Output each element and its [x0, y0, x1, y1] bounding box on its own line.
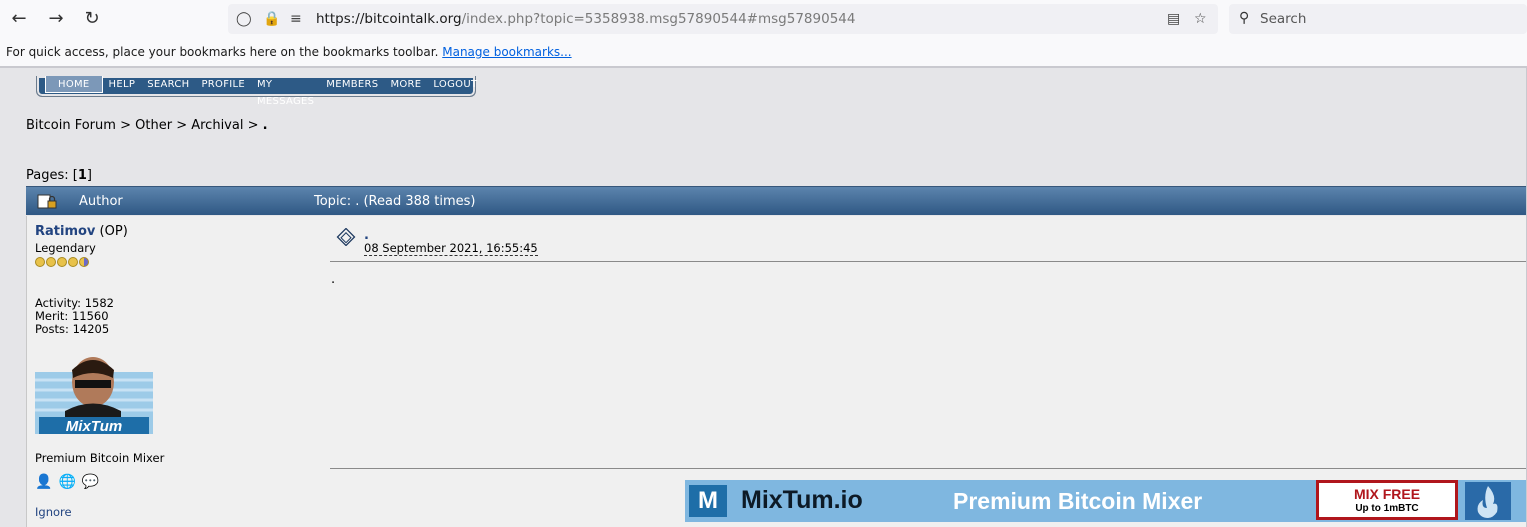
coin-icon [46, 257, 56, 267]
avatar-text: MixTum [66, 418, 122, 435]
avatar: MixTum [35, 357, 153, 435]
crumb-sep: > [247, 118, 259, 133]
main-menu: HOME HELP SEARCH PROFILE MY MESSAGES MEM… [36, 76, 477, 107]
banner-cta-sub: Up to 1mBTC [1355, 503, 1419, 514]
crumb-sep: > [176, 118, 188, 133]
author-column-label: Author [79, 194, 123, 209]
menu-search[interactable]: SEARCH [141, 76, 195, 93]
signature-divider [330, 468, 1527, 469]
message-body: . [331, 272, 336, 287]
pagination-end: ] [86, 168, 92, 183]
topic-header: Author Topic: . (Read 388 times) [26, 186, 1527, 215]
coin-icon [68, 257, 78, 267]
message-date: 08 September 2021, 16:55:45 [364, 241, 538, 256]
topic-title: Topic: . (Read 388 times) [314, 194, 476, 209]
ignore-link[interactable]: Ignore [35, 505, 72, 519]
breadcrumb: Bitcoin Forum > Other > Archival > . [26, 118, 268, 133]
crumb-sep: > [120, 118, 131, 133]
menu-my-messages[interactable]: MY MESSAGES [251, 76, 320, 107]
bookmark-star-icon[interactable]: ☆ [1194, 10, 1207, 28]
poster-rank: Legendary [35, 241, 96, 255]
menu-home[interactable]: HOME [45, 76, 103, 93]
divider [0, 66, 1527, 68]
banner-logo: M [689, 485, 727, 517]
coin-icon [35, 257, 45, 267]
manage-bookmarks-link[interactable]: Manage bookmarks... [442, 45, 571, 59]
lock-icon[interactable]: 🔒 [263, 10, 280, 28]
flame-icon [1465, 482, 1511, 520]
reader-view-icon[interactable]: ▤ [1167, 10, 1180, 28]
coin-icon [57, 257, 67, 267]
poster-tagline: Premium Bitcoin Mixer [35, 451, 165, 465]
locked-topic-icon [37, 194, 57, 209]
view-profile-icon[interactable]: 👤 [35, 474, 52, 490]
permissions-icon[interactable]: ≡ [290, 10, 302, 28]
signature-banner[interactable]: M MixTum.io Premium Bitcoin Mixer MIX FR… [685, 480, 1527, 522]
reload-icon[interactable]: ↻ [81, 8, 103, 30]
bookmarks-toolbar: For quick access, place your bookmarks h… [6, 45, 572, 59]
url-text[interactable]: https://bitcointalk.org/index.php?topic=… [316, 11, 855, 27]
website-globe-icon[interactable]: 🌐 [58, 474, 75, 490]
poster-name-link[interactable]: Ratimov [35, 224, 95, 239]
menu-more[interactable]: MORE [384, 76, 427, 93]
posts-count: Posts: 14205 [35, 322, 110, 336]
op-badge: (OP) [99, 224, 128, 239]
banner-cta-main: MIX FREE [1353, 486, 1421, 502]
shield-icon[interactable]: ◯ [236, 10, 252, 28]
menu-members[interactable]: MEMBERS [320, 76, 384, 93]
browser-toolbar: ← → ↻ ◯ 🔒 ≡ https://bitcointalk.org/inde… [0, 0, 1527, 66]
forum-page: HOME HELP SEARCH PROFILE MY MESSAGES MEM… [0, 66, 1527, 527]
crumb-board[interactable]: Archival [191, 118, 243, 133]
poster-info: Ratimov (OP) Legendary Activity: 1582 Me… [35, 224, 315, 465]
menu-profile[interactable]: PROFILE [195, 76, 251, 93]
search-placeholder: Search [1260, 11, 1307, 27]
personal-message-icon[interactable]: 💬 [82, 474, 99, 490]
message-header: . 08 September 2021, 16:55:45 [330, 226, 1527, 262]
banner-brand: MixTum.io [741, 486, 863, 514]
pagination: Pages: [1] [26, 168, 92, 183]
poster-actions: 👤 🌐 💬 [35, 474, 99, 490]
back-icon[interactable]: ← [8, 8, 30, 30]
crumb-forum[interactable]: Bitcoin Forum [26, 118, 116, 133]
search-icon: ⚲ [1239, 10, 1250, 26]
crumb-category[interactable]: Other [135, 118, 172, 133]
menu-help[interactable]: HELP [103, 76, 142, 93]
post: Ratimov (OP) Legendary Activity: 1582 Me… [26, 216, 1527, 527]
bookmarks-hint: For quick access, place your bookmarks h… [6, 45, 439, 59]
coin-icon [79, 257, 89, 267]
url-bar[interactable]: ◯ 🔒 ≡ https://bitcointalk.org/index.php?… [228, 4, 1218, 34]
message-icon [336, 228, 356, 246]
poster-stats: Activity: 1582 Merit: 11560 Posts: 14205 [35, 297, 315, 336]
search-bar[interactable]: ⚲ Search [1229, 4, 1527, 34]
rank-coins [35, 257, 315, 269]
banner-slogan: Premium Bitcoin Mixer [953, 488, 1203, 514]
crumb-topic[interactable]: . [263, 118, 268, 133]
forward-icon[interactable]: → [45, 8, 67, 30]
poster-name-row: Ratimov (OP) [35, 224, 315, 239]
banner-cta[interactable]: MIX FREE Up to 1mBTC [1316, 480, 1458, 520]
page-current: 1 [77, 168, 87, 183]
pagination-label: Pages: [ [26, 168, 78, 183]
menu-logout[interactable]: LOGOUT [427, 76, 483, 93]
